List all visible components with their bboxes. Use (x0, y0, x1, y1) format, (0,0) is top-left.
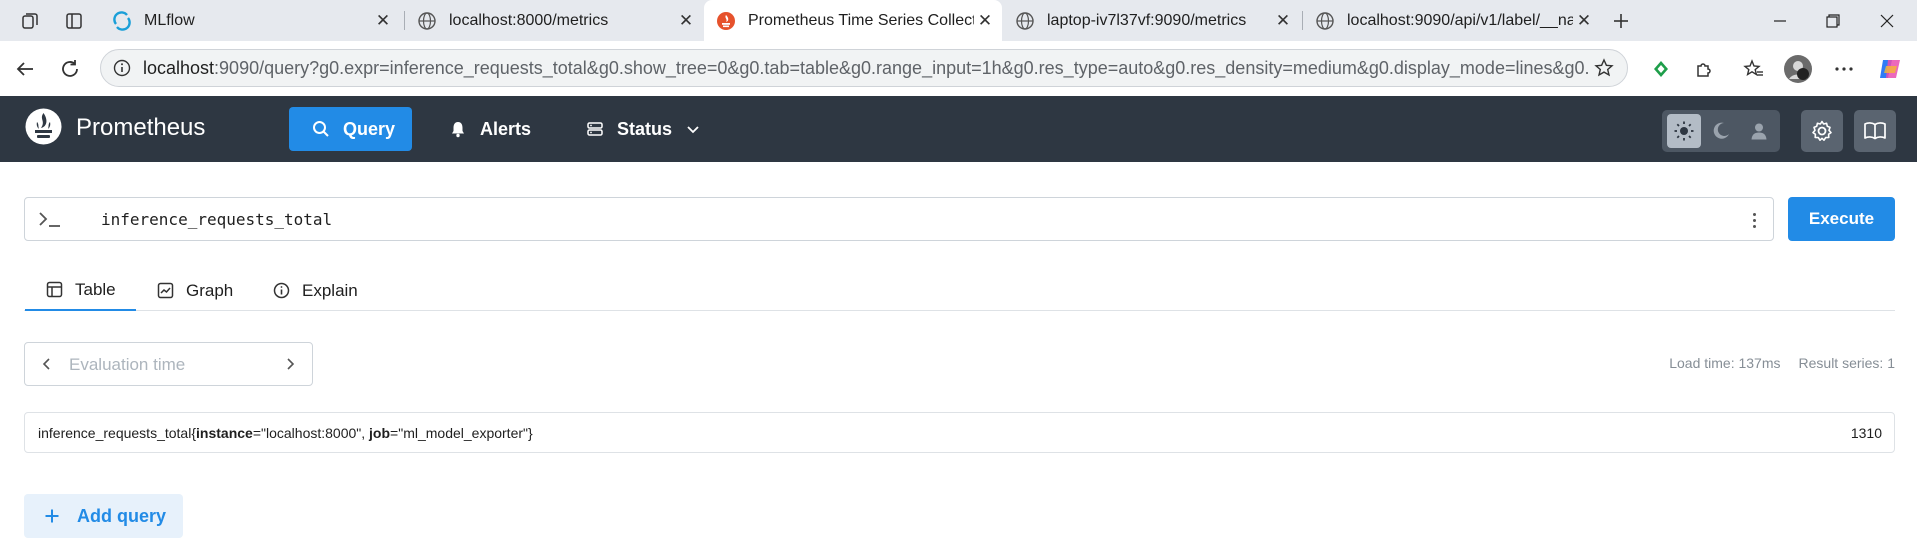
tab-explain-label: Explain (302, 280, 358, 300)
globe-icon (1315, 11, 1335, 31)
table-icon (45, 281, 63, 299)
load-time: Load time: 137ms (1669, 355, 1781, 371)
close-icon[interactable]: ✕ (974, 10, 996, 32)
url-text: localhost:9090/query?g0.expr=inference_r… (143, 58, 1589, 79)
nav-alerts-button[interactable]: Alerts (448, 107, 531, 151)
result-series-count: Result series: 1 (1798, 355, 1895, 371)
execute-button[interactable]: Execute (1788, 197, 1895, 241)
close-icon[interactable]: ✕ (372, 10, 394, 32)
series-value: 1310 (1850, 425, 1882, 441)
expression-text: inference_requests_total (101, 210, 333, 229)
browser-tab-laptop-metrics[interactable]: laptop-iv7l37vf:9090/metrics ✕ (1003, 0, 1300, 41)
prometheus-icon (716, 11, 736, 31)
series-label: inference_requests_total{instance="local… (38, 425, 533, 441)
tab-table[interactable]: Table (25, 270, 136, 311)
copilot-icon[interactable] (1874, 53, 1906, 85)
reload-icon[interactable] (55, 54, 85, 84)
tab-graph[interactable]: Graph (136, 270, 253, 311)
back-icon[interactable] (10, 54, 40, 84)
prometheus-logo-icon[interactable] (25, 108, 62, 145)
auto-theme-user-icon[interactable] (1742, 114, 1776, 148)
nav-query-button[interactable]: Query (289, 107, 412, 151)
tab-title: Prometheus Time Series Collectio (748, 11, 974, 29)
tab-title: localhost:8000/metrics (449, 11, 609, 29)
browser-tab-prometheus[interactable]: Prometheus Time Series Collectio ✕ (704, 0, 1002, 41)
plus-icon (42, 506, 62, 526)
window-close-icon[interactable] (1857, 0, 1917, 41)
theme-switcher (1662, 110, 1780, 152)
info-circle-icon (272, 282, 290, 300)
chevron-down-icon (686, 122, 700, 136)
close-icon[interactable]: ✕ (1272, 10, 1294, 32)
table-row: inference_requests_total{instance="local… (24, 412, 1895, 453)
extension-green-icon[interactable] (1645, 53, 1677, 85)
profile-avatar[interactable] (1782, 53, 1814, 85)
search-icon (311, 119, 331, 139)
close-icon[interactable]: ✕ (675, 10, 697, 32)
nav-alerts-label: Alerts (480, 118, 532, 139)
tab-actions-icon[interactable] (61, 8, 87, 34)
minimize-icon[interactable] (1750, 0, 1810, 41)
label-key: job (369, 425, 391, 441)
url-host: localhost (143, 57, 215, 78)
tab-graph-label: Graph (186, 280, 234, 300)
bell-icon (448, 119, 468, 139)
url-path: :9090/query?g0.expr=inference_requests_t… (214, 57, 1589, 78)
evaluation-time-picker: Evaluation time (24, 342, 313, 386)
more-options-icon[interactable] (1828, 53, 1860, 85)
new-tab-icon[interactable] (1608, 8, 1634, 34)
metric-name: inference_requests_total (38, 425, 192, 441)
label-value: "ml_model_exporter" (398, 425, 528, 441)
nav-query-label: Query (343, 118, 396, 139)
settings-gear-icon[interactable] (1801, 110, 1843, 152)
chevron-right-icon[interactable] (282, 356, 298, 372)
chevron-left-icon[interactable] (39, 356, 55, 372)
mlflow-icon (112, 10, 132, 31)
terminal-prompt-icon (38, 208, 62, 230)
light-theme-sun-icon[interactable] (1667, 114, 1701, 148)
globe-icon (417, 11, 437, 31)
server-icon (585, 119, 605, 139)
browser-tab-strip: MLflow ✕ localhost:8000/metrics ✕ Promet… (0, 0, 1917, 41)
expression-menu-icon[interactable] (1749, 209, 1759, 231)
tab-title: MLflow (144, 11, 195, 29)
site-info-icon[interactable] (112, 58, 132, 78)
tab-title: laptop-iv7l37vf:9090/metrics (1047, 11, 1247, 29)
browser-tab-label-api[interactable]: localhost:9090/api/v1/label/__nam ✕ (1303, 0, 1601, 41)
globe-icon (1015, 11, 1035, 31)
expression-input[interactable]: inference_requests_total (24, 197, 1774, 241)
query-stats: Load time: 137ms Result series: 1 (1669, 355, 1895, 371)
browser-tab-localhost-8000[interactable]: localhost:8000/metrics ✕ (405, 0, 703, 41)
tab-title: localhost:9090/api/v1/label/__nam (1347, 11, 1573, 29)
app-brand[interactable]: Prometheus (76, 114, 205, 142)
add-query-label: Add query (77, 505, 167, 526)
nav-status-label: Status (617, 118, 673, 139)
browser-toolbar: localhost:9090/query?g0.expr=inference_r… (0, 41, 1917, 96)
close-icon[interactable]: ✕ (1573, 10, 1595, 32)
add-query-button[interactable]: Add query (24, 494, 183, 538)
tab-explain[interactable]: Explain (252, 270, 378, 311)
extensions-puzzle-icon[interactable] (1688, 53, 1720, 85)
tab-table-label: Table (75, 279, 116, 299)
label-value: "localhost:8000" (261, 425, 362, 441)
label-key: instance (196, 425, 253, 441)
dark-theme-moon-icon[interactable] (1704, 114, 1738, 148)
workspaces-icon[interactable] (17, 8, 43, 34)
address-bar[interactable]: localhost:9090/query?g0.expr=inference_r… (100, 49, 1628, 87)
favorites-icon[interactable] (1738, 53, 1770, 85)
docs-book-icon[interactable] (1854, 110, 1896, 152)
chart-area-icon (156, 282, 174, 300)
favorite-star-icon[interactable] (1589, 53, 1619, 83)
browser-tab-mlflow[interactable]: MLflow ✕ (100, 0, 400, 41)
restore-icon[interactable] (1803, 0, 1863, 41)
prometheus-navbar: Prometheus Query Alerts Status (0, 96, 1917, 162)
nav-status-dropdown[interactable]: Status (585, 107, 700, 151)
evaluation-time-input[interactable]: Evaluation time (69, 355, 185, 375)
